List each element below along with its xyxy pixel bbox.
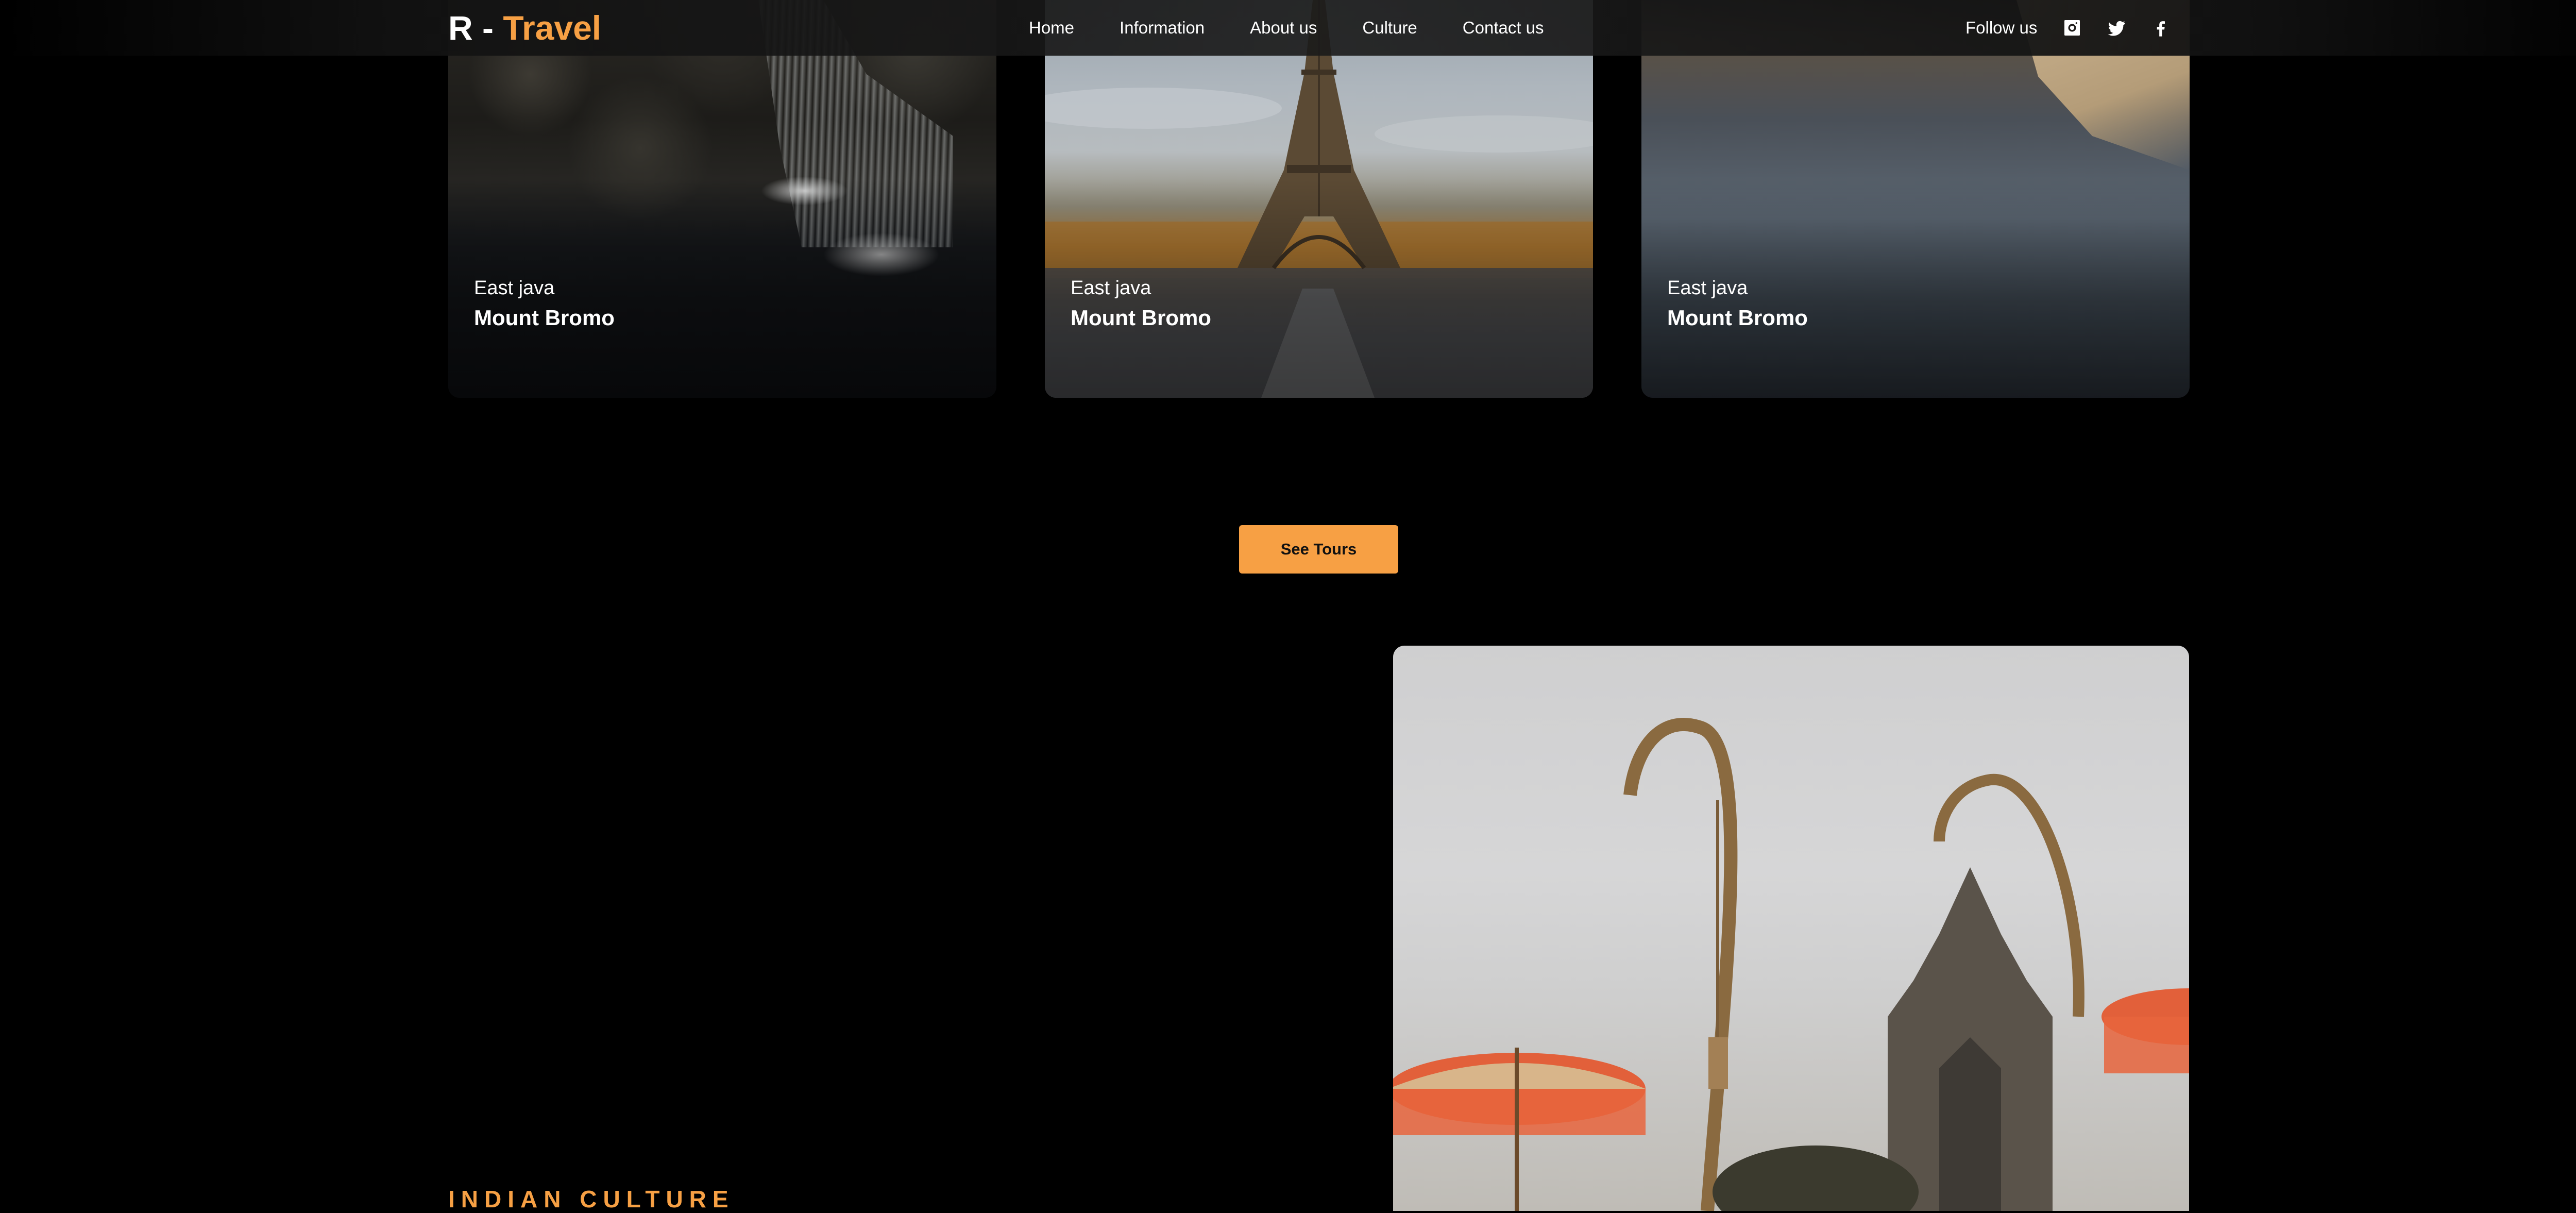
- temple-penjor-photo: [1393, 646, 2189, 1211]
- instagram-icon[interactable]: [2061, 16, 2083, 39]
- site-logo[interactable]: R - Travel: [448, 7, 601, 48]
- logo-accent: Travel: [503, 9, 602, 47]
- card-place: Mount Bromo: [474, 306, 615, 330]
- facebook-icon[interactable]: [2149, 16, 2172, 39]
- twitter-icon[interactable]: [2105, 16, 2128, 39]
- card-shade: [448, 0, 996, 398]
- see-tours-button[interactable]: See Tours: [1239, 525, 1398, 574]
- card-shade: [1641, 0, 2190, 398]
- nav-about-us[interactable]: About us: [1250, 16, 1317, 39]
- card-region: East java: [1071, 277, 1151, 299]
- card-region: East java: [474, 277, 555, 299]
- logo-prefix: R -: [448, 9, 503, 47]
- destination-card[interactable]: East java Mount Bromo: [1641, 0, 2190, 398]
- culture-section-title: INDIAN CULTURE: [448, 1186, 735, 1212]
- site-header: R - Travel Home Information About us Cul…: [0, 0, 2576, 56]
- main-nav: Home Information About us Culture Contac…: [1029, 16, 1544, 39]
- card-place: Mount Bromo: [1667, 306, 1808, 330]
- temple-illustration: [1393, 718, 2189, 1211]
- card-place: Mount Bromo: [1071, 306, 1211, 330]
- follow-label: Follow us: [1965, 18, 2038, 37]
- follow-us: Follow us: [1965, 16, 2172, 39]
- nav-contact-us[interactable]: Contact us: [1463, 16, 1544, 39]
- card-shade: [1045, 0, 1593, 398]
- destination-card[interactable]: East java Mount Bromo: [1045, 0, 1593, 398]
- card-region: East java: [1667, 277, 1748, 299]
- nav-information[interactable]: Information: [1120, 16, 1205, 39]
- destination-card[interactable]: East java Mount Bromo: [448, 0, 996, 398]
- nav-home[interactable]: Home: [1029, 16, 1074, 39]
- nav-culture[interactable]: Culture: [1362, 16, 1417, 39]
